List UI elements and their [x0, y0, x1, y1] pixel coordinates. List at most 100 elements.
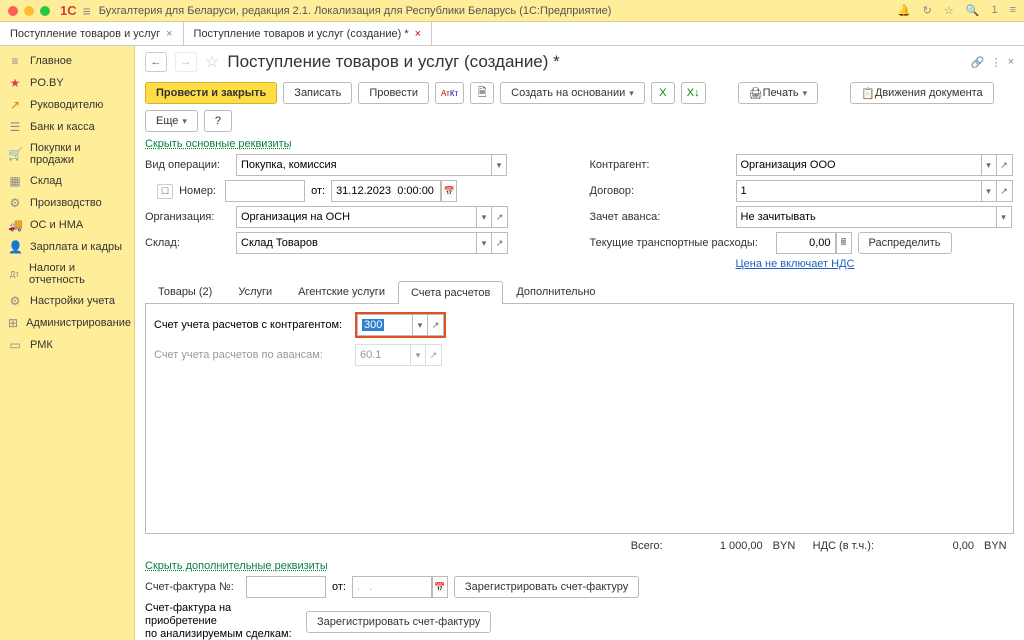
sidebar-item-main[interactable]: ≡Главное — [0, 50, 134, 72]
excel-import-button[interactable]: X↓ — [681, 82, 706, 104]
sidebar-item-settings[interactable]: ⚙Настройки учета — [0, 290, 134, 312]
sidebar-item-label: Зарплата и кадры — [30, 241, 122, 253]
open-icon[interactable]: ↗ — [997, 154, 1013, 176]
acquisition-label: Счет-фактура на приобретениепо анализиру… — [145, 602, 300, 640]
register-invoice-button-2[interactable]: Зарегистрировать счет-фактуру — [306, 611, 491, 633]
create-based-button[interactable]: Создать на основании — [500, 82, 645, 104]
window-max-dot[interactable] — [40, 6, 50, 16]
more-icon[interactable]: ⋮ — [991, 56, 1002, 69]
notification-count[interactable]: 1 — [991, 4, 997, 17]
window-min-dot[interactable] — [24, 6, 34, 16]
register-invoice-button[interactable]: Зарегистрировать счет-фактуру — [454, 576, 639, 598]
sidebar-item-sales[interactable]: 🛒Покупки и продажи — [0, 138, 134, 170]
sidebar-item-admin[interactable]: ⊞Администрирование — [0, 312, 134, 334]
structure-button[interactable]: 🗎 — [470, 82, 494, 104]
bell-icon[interactable]: 🔔 — [897, 4, 911, 17]
warehouse-select[interactable] — [236, 232, 476, 254]
dropdown-icon[interactable]: ▾ — [412, 314, 428, 336]
sidebar-item-hr[interactable]: 👤Зарплата и кадры — [0, 236, 134, 258]
link-icon[interactable]: 🔗 — [971, 56, 985, 69]
sidebar-item-rmk[interactable]: ▭РМК — [0, 334, 134, 356]
more-button[interactable]: Еще — [145, 110, 198, 132]
hide-extra-link[interactable]: Скрыть дополнительные реквизиты — [135, 558, 1024, 574]
post-button[interactable]: Провести — [358, 82, 429, 104]
page-title: Поступление товаров и услуг (создание) * — [227, 52, 559, 72]
close-icon[interactable]: × — [166, 28, 172, 40]
close-icon[interactable]: × — [415, 28, 421, 40]
invoice-number-input[interactable] — [246, 576, 326, 598]
dropdown-icon: ▾ — [410, 344, 426, 366]
vat-value: 0,00 — [884, 540, 974, 552]
search-icon[interactable]: 🔍 — [966, 4, 980, 17]
tab-additional[interactable]: Дополнительно — [503, 280, 608, 303]
favorite-icon[interactable]: ☆ — [205, 52, 219, 72]
admin-icon: ⊞ — [8, 316, 18, 330]
currency: BYN — [984, 540, 1014, 552]
counterparty-select[interactable] — [736, 154, 981, 176]
help-button[interactable]: ? — [204, 110, 232, 132]
tab-services[interactable]: Услуги — [225, 280, 285, 303]
sidebar-item-label: Руководителю — [30, 99, 103, 111]
warehouse-icon: ▦ — [8, 174, 22, 188]
account-counterparty-input[interactable]: 300 — [357, 314, 412, 336]
tab-goods[interactable]: Товары (2) — [145, 280, 225, 303]
forward-button[interactable]: → — [175, 52, 197, 72]
dropdown-icon[interactable]: ▾ — [476, 232, 492, 254]
post-and-close-button[interactable]: Провести и закрыть — [145, 82, 277, 104]
sidebar-item-taxes[interactable]: ДтНалоги и отчетность — [0, 258, 134, 290]
tab-list-receipts[interactable]: Поступление товаров и услуг × — [0, 22, 184, 45]
hide-main-link[interactable]: Скрыть основные реквизиты — [135, 136, 1024, 152]
close-icon[interactable]: × — [1008, 56, 1014, 69]
tab-agent[interactable]: Агентские услуги — [285, 280, 398, 303]
excel-button[interactable]: X — [651, 82, 675, 104]
sidebar-item-production[interactable]: ⚙Производство — [0, 192, 134, 214]
operation-select[interactable] — [236, 154, 491, 176]
contract-select[interactable] — [736, 180, 981, 202]
dropdown-icon[interactable]: ▾ — [996, 206, 1012, 228]
org-select[interactable] — [236, 206, 476, 228]
star-icon[interactable]: ☆ — [944, 4, 954, 17]
print-button[interactable]: 🖨 Печать — [738, 82, 819, 104]
sidebar-item-bank[interactable]: ☰Банк и касса — [0, 116, 134, 138]
open-icon[interactable]: ↗ — [492, 232, 508, 254]
sidebar-item-assets[interactable]: 🚚ОС и НМА — [0, 214, 134, 236]
dtkt-button[interactable]: АтКт — [435, 82, 464, 104]
from-label: от: — [311, 185, 325, 197]
open-icon[interactable]: ↗ — [492, 206, 508, 228]
total-value: 1 000,00 — [673, 540, 763, 552]
calc-icon[interactable]: 🖩 — [836, 232, 852, 254]
doc-icon: ☐ — [157, 184, 173, 199]
calendar-icon[interactable]: 📅 — [432, 576, 448, 598]
dropdown-icon[interactable]: ▾ — [491, 154, 507, 176]
number-label: Номер: — [179, 185, 219, 197]
tab-accounts[interactable]: Счета расчетов — [398, 281, 503, 304]
warehouse-label: Склад: — [145, 237, 230, 249]
date-input[interactable] — [331, 180, 441, 202]
calendar-icon[interactable]: 📅 — [441, 180, 457, 202]
transport-input[interactable] — [776, 232, 836, 254]
dropdown-icon[interactable]: ▾ — [981, 154, 997, 176]
sidebar-item-warehouse[interactable]: ▦Склад — [0, 170, 134, 192]
sidebar-item-manager[interactable]: ↗Руководителю — [0, 94, 134, 116]
dropdown-icon[interactable]: ▾ — [981, 180, 997, 202]
sidebar-item-poby[interactable]: ★PO.BY — [0, 72, 134, 94]
window-close-dot[interactable] — [8, 6, 18, 16]
back-button[interactable]: ← — [145, 52, 167, 72]
menu-icon[interactable]: ≡ — [83, 3, 91, 19]
settings-icon[interactable]: ≡ — [1010, 4, 1016, 17]
sidebar-item-label: РМК — [30, 339, 53, 351]
advance-select[interactable] — [736, 206, 996, 228]
number-input[interactable] — [225, 180, 305, 202]
open-icon[interactable]: ↗ — [997, 180, 1013, 202]
open-icon[interactable]: ↗ — [428, 314, 444, 336]
home-icon: ≡ — [8, 54, 22, 68]
history-icon[interactable]: ↻ — [923, 4, 932, 17]
save-button[interactable]: Записать — [283, 82, 352, 104]
invoice-date-input[interactable] — [352, 576, 432, 598]
vat-mode-link[interactable]: Цена не включает НДС — [736, 258, 855, 270]
distribute-button[interactable]: Распределить — [858, 232, 952, 254]
dropdown-icon[interactable]: ▾ — [476, 206, 492, 228]
tax-icon: Дт — [8, 270, 21, 279]
tab-receipt-create[interactable]: Поступление товаров и услуг (создание) *… — [184, 22, 433, 45]
movements-button[interactable]: 📋 Движения документа — [850, 82, 994, 104]
